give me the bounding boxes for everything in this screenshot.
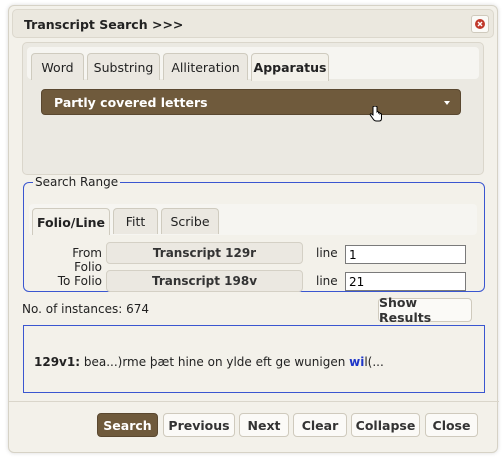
- tab-apparatus[interactable]: Apparatus: [251, 53, 329, 81]
- tab-folio-line-label: Folio/Line: [37, 214, 105, 230]
- search-button[interactable]: Search: [97, 413, 158, 437]
- tab-alliteration[interactable]: Alliteration: [163, 53, 248, 80]
- range-tabs: Folio/Line Fitt Scribe: [29, 204, 477, 235]
- tab-fitt[interactable]: Fitt: [113, 208, 158, 234]
- dialog-title: Transcript Search >>>: [24, 17, 184, 32]
- tab-apparatus-label: Apparatus: [253, 60, 327, 75]
- tab-word[interactable]: Word: [31, 53, 84, 80]
- hand-pointer-icon: [369, 106, 382, 122]
- result-ref: 129v1:: [34, 355, 81, 369]
- tab-scribe-label: Scribe: [170, 214, 210, 229]
- result-text-after: l(...: [364, 355, 384, 369]
- to-folio-label: To Folio: [57, 274, 102, 288]
- instances-count: No. of instances: 674: [22, 302, 149, 316]
- from-line-label: line: [316, 246, 338, 260]
- result-highlight: wi: [349, 355, 365, 369]
- tab-word-label: Word: [41, 59, 74, 75]
- next-button[interactable]: Next: [239, 413, 289, 437]
- from-folio-button[interactable]: Transcript 129r: [106, 242, 303, 264]
- tab-folio-line[interactable]: Folio/Line: [32, 208, 110, 235]
- dialog-footer: Search Previous Next Clear Collapse Clos…: [9, 401, 499, 453]
- tab-fitt-label: Fitt: [125, 214, 146, 229]
- search-type-tabs: Word Substring Alliteration Apparatus: [27, 47, 479, 81]
- apparatus-select[interactable]: Partly covered letters: [41, 89, 461, 115]
- close-button[interactable]: Close: [425, 413, 478, 437]
- to-line-input[interactable]: [345, 272, 466, 291]
- from-folio-label: From Folio: [72, 246, 102, 274]
- transcript-search-dialog: Transcript Search >>> Word Substring All…: [8, 5, 499, 453]
- collapse-button[interactable]: Collapse: [351, 413, 420, 437]
- tab-substring-label: Substring: [93, 59, 154, 75]
- search-range-legend: Search Range: [33, 175, 121, 189]
- tab-alliteration-label: Alliteration: [171, 59, 240, 75]
- result-line[interactable]: 129v1: bea...)rme þæt hine on ylde eft g…: [34, 355, 384, 369]
- result-text-before: bea...)rme þæt hine on ylde eft ge wunig…: [80, 355, 350, 369]
- from-line-input[interactable]: [345, 245, 466, 264]
- to-folio-button[interactable]: Transcript 198v: [106, 270, 303, 292]
- search-type-panel: Word Substring Alliteration Apparatus Pa…: [22, 42, 484, 175]
- dialog-titlebar[interactable]: Transcript Search >>>: [12, 9, 494, 38]
- to-line-label: line: [316, 274, 338, 288]
- apparatus-select-value: Partly covered letters: [54, 94, 208, 110]
- previous-button[interactable]: Previous: [163, 413, 235, 437]
- results-panel: 129v1: bea...)rme þæt hine on ylde eft g…: [23, 325, 485, 393]
- close-x-icon: [475, 19, 485, 29]
- tab-substring[interactable]: Substring: [87, 53, 160, 80]
- caret-down-icon: [444, 101, 450, 105]
- tab-scribe[interactable]: Scribe: [161, 208, 219, 234]
- clear-button[interactable]: Clear: [293, 413, 347, 437]
- search-range-fieldset: Search Range Folio/Line Fitt Scribe From…: [23, 175, 485, 292]
- close-dialog-button[interactable]: [471, 15, 489, 33]
- show-results-button[interactable]: Show Results: [378, 295, 472, 325]
